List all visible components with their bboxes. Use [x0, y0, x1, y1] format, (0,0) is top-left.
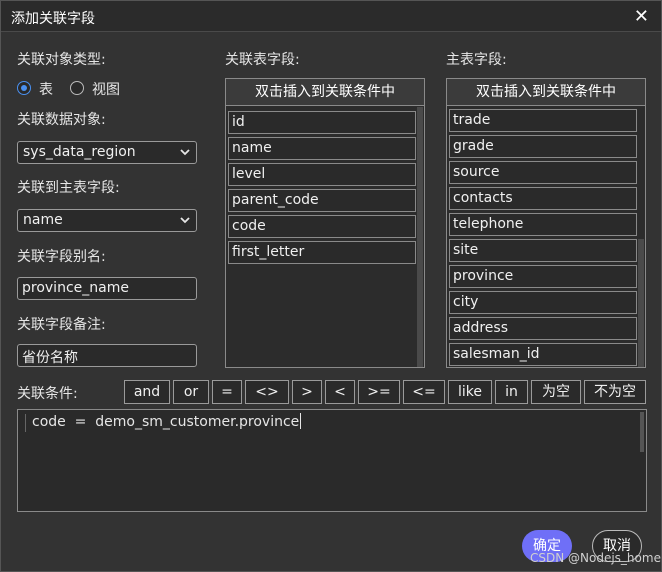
list-item[interactable]: parent_code [228, 189, 416, 212]
main-fields-label: 主表字段: [446, 52, 507, 68]
remark-input[interactable]: 省份名称 [17, 344, 197, 367]
related-fields-list[interactable]: 双击插入到关联条件中 id name level parent_code cod… [225, 78, 425, 368]
alias-input[interactable]: province_name [17, 277, 197, 300]
list-item[interactable]: first_letter [228, 241, 416, 264]
list-item[interactable]: province [449, 265, 637, 288]
op-eq-button[interactable]: = [212, 380, 242, 404]
radio-table[interactable] [17, 81, 31, 95]
list-item[interactable]: code [228, 215, 416, 238]
title-bar: 添加关联字段 ✕ [1, 1, 661, 32]
op-lte-button[interactable]: <= [403, 380, 445, 404]
list-item[interactable]: grade [449, 135, 637, 158]
main-fields-list[interactable]: 双击插入到关联条件中 trade grade source contacts t… [446, 78, 646, 368]
condition-text: code = demo_sm_customer.province [32, 414, 300, 430]
text-caret [300, 413, 302, 429]
editor-gutter [25, 414, 26, 432]
list-item[interactable]: address [449, 317, 637, 340]
data-object-label: 关联数据对象: [17, 112, 106, 128]
list-item[interactable]: source [449, 161, 637, 184]
list-item[interactable]: id [228, 111, 416, 134]
radio-view[interactable] [70, 81, 84, 95]
list-item[interactable]: contacts [449, 187, 637, 210]
object-type-label: 关联对象类型: [17, 52, 106, 68]
list-item[interactable]: name [228, 137, 416, 160]
main-field-label: 关联到主表字段: [17, 180, 120, 196]
list-item[interactable]: trade [449, 109, 637, 132]
related-fields-header: 双击插入到关联条件中 [226, 79, 424, 106]
chevron-down-icon [180, 217, 190, 224]
list-item[interactable]: city [449, 291, 637, 314]
main-field-value: name [23, 212, 63, 228]
scrollbar[interactable] [417, 107, 423, 367]
scrollbar[interactable] [638, 239, 644, 367]
condition-label: 关联条件: [17, 386, 78, 402]
main-field-select[interactable]: name [17, 209, 197, 232]
related-fields-label: 关联表字段: [225, 52, 300, 68]
op-like-button[interactable]: like [448, 380, 492, 404]
condition-code[interactable]: code = demo_sm_customer.province [32, 413, 302, 430]
list-item[interactable]: level [228, 163, 416, 186]
editor-scrollbar[interactable] [640, 412, 644, 452]
alias-label: 关联字段别名: [17, 249, 106, 265]
list-item[interactable]: site [449, 239, 637, 262]
data-object-select[interactable]: sys_data_region [17, 141, 197, 164]
chevron-down-icon [180, 149, 190, 156]
op-and-button[interactable]: and [124, 380, 170, 404]
op-gt-button[interactable]: > [292, 380, 322, 404]
op-lt-button[interactable]: < [325, 380, 355, 404]
list-item[interactable]: telephone [449, 213, 637, 236]
op-not-null-button[interactable]: 不为空 [584, 380, 646, 404]
list-item[interactable]: salesman_id [449, 343, 637, 366]
op-or-button[interactable]: or [173, 380, 209, 404]
op-in-button[interactable]: in [495, 380, 528, 404]
radio-view-label[interactable]: 视图 [92, 79, 120, 99]
op-neq-button[interactable]: <> [245, 380, 289, 404]
remark-value: 省份名称 [22, 350, 78, 366]
close-icon[interactable]: ✕ [634, 6, 649, 27]
add-related-field-dialog: 添加关联字段 ✕ 关联对象类型: 表 视图 关联数据对象: sys_data_r… [0, 0, 662, 572]
radio-table-label[interactable]: 表 [39, 79, 53, 99]
op-gte-button[interactable]: >= [358, 380, 400, 404]
remark-label: 关联字段备注: [17, 317, 106, 333]
watermark: CSDN @Nodejs_home [530, 551, 661, 565]
main-fields-header: 双击插入到关联条件中 [447, 79, 645, 106]
condition-editor[interactable]: code = demo_sm_customer.province [17, 409, 647, 512]
dialog-title: 添加关联字段 [11, 11, 95, 27]
data-object-value: sys_data_region [23, 144, 136, 160]
alias-value: province_name [22, 280, 129, 296]
op-is-null-button[interactable]: 为空 [531, 380, 581, 404]
